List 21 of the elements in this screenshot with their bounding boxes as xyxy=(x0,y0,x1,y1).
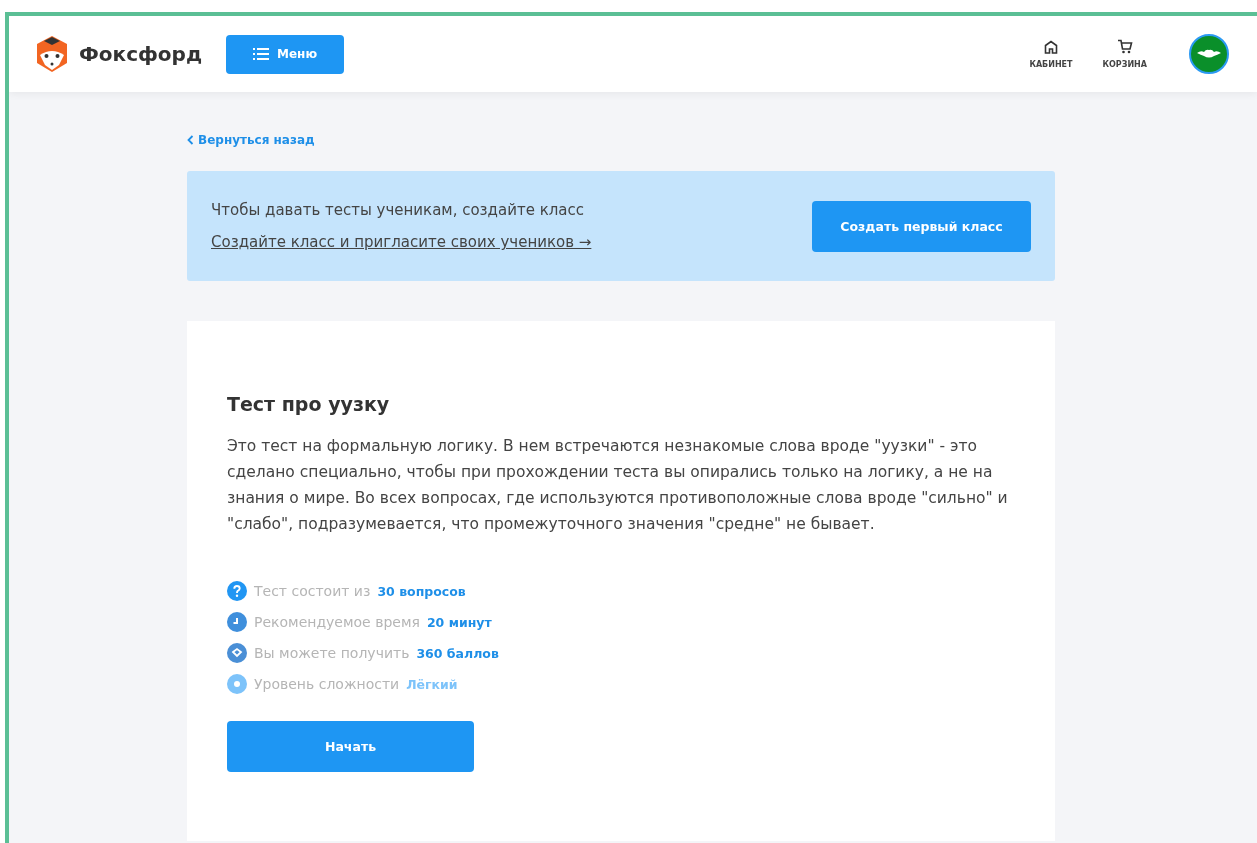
home-icon xyxy=(1043,39,1058,54)
cart-icon xyxy=(1116,39,1133,54)
fact-label: Уровень сложности xyxy=(254,676,400,692)
fact-label: Рекомендуемое время xyxy=(254,614,420,630)
fact-value: 360 баллов xyxy=(416,645,499,661)
test-description: Это тест на формальную логику. В нем встречаются незнакомые слова вроде "уузки" - это сделано специально, чтобы при прохождении теста вы опирались только на логику, а не на знания о мире. Во всех вопросах, где используются противоположные слова вроде "сильно" и "слабо", подразумевается, что промежуточного значения "средне" не бывает. xyxy=(227,436,1009,535)
fox-logo-icon xyxy=(35,35,69,73)
chevron-left-icon xyxy=(187,135,194,145)
nav-link[interactable]: КАБИНЕТ xyxy=(1029,39,1073,69)
fact-value: Лёгкий xyxy=(406,676,458,692)
test-title: Тест про уузку xyxy=(227,393,391,415)
fact-label: Тест состоит из xyxy=(254,583,371,599)
logo-text[interactable]: Фоксфорд xyxy=(79,42,203,66)
fact-value: 30 вопросов xyxy=(377,583,466,599)
nav-link[interactable]: КОРЗИНА xyxy=(1102,39,1147,69)
menu-icon xyxy=(253,48,270,60)
banner-text: Чтобы давать тесты ученикам, создайте класс xyxy=(211,201,585,219)
fact-label: Вы можете получить xyxy=(254,645,410,661)
fact-value: 20 минут xyxy=(426,614,492,630)
avatar-icon[interactable] xyxy=(1189,34,1229,74)
create-class-link[interactable]: Создайте класс и пригласите своих учеников → xyxy=(211,233,592,251)
